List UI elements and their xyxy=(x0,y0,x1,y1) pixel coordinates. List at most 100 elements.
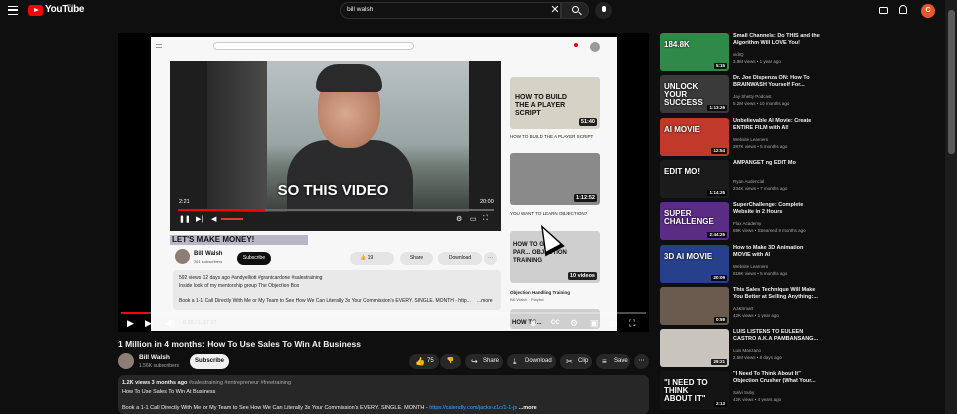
subscriber-count: 1.56K subscribers xyxy=(139,363,180,369)
description-text: Book a 1-1 Call Directly With Me or My T… xyxy=(122,405,430,411)
rec-thumbnail-text: SUPER CHALLENGE xyxy=(664,209,714,226)
menu-icon[interactable] xyxy=(8,6,18,15)
more-actions-button[interactable]: ⋯ xyxy=(634,354,649,369)
like-button[interactable]: 👍 75 xyxy=(409,354,439,369)
download-button[interactable]: ⤓ Download xyxy=(507,354,556,369)
rec-channel[interactable]: Luis Manzano xyxy=(733,348,761,353)
rec-thumbnail[interactable]: 29:21 xyxy=(660,329,729,367)
inner-avatar-icon xyxy=(590,42,600,52)
next-icon[interactable]: ▶| xyxy=(145,317,154,329)
inner-side-thumb-4-text: HOW TO... xyxy=(512,320,542,326)
rec-title[interactable]: This Sales Technique Will Make You Bette… xyxy=(733,287,821,301)
volume-icon[interactable]: ◀) xyxy=(165,317,175,329)
miniplayer-icon[interactable]: ▣ xyxy=(590,317,599,329)
save-button[interactable]: ≡ Save xyxy=(596,354,630,369)
play-icon[interactable]: ▶ xyxy=(127,317,134,329)
description-hashtags[interactable]: #salestraining #entrepreneur #freetraini… xyxy=(189,380,291,386)
rec-thumbnail-text: 184.8K xyxy=(664,40,690,49)
subtitles-icon[interactable]: CC xyxy=(551,317,560,329)
share-button[interactable]: ↪ Share xyxy=(465,354,503,369)
rec-channel[interactable]: vidIQ xyxy=(733,52,744,57)
subscribe-button[interactable]: Subscribe xyxy=(190,354,229,369)
inner-next-icon: ▶| xyxy=(196,216,204,223)
search-icon[interactable] xyxy=(572,6,579,13)
rec-thumbnail[interactable]: 184.8K 5:15 xyxy=(660,33,729,71)
thumbs-up-icon: 👍 xyxy=(415,357,425,366)
inner-side-sub-3: Bill Walsh · Playlist xyxy=(510,297,544,302)
rec-thumbnail[interactable]: 3D AI MOVIE 20:09 xyxy=(660,245,729,283)
clip-button[interactable]: ✂ Clip xyxy=(560,354,592,369)
scrollbar-thumb[interactable] xyxy=(948,10,955,154)
youtube-logo-icon[interactable] xyxy=(28,5,43,16)
inner-subscriber-count: 761 subscribers xyxy=(194,259,223,264)
rec-duration: 29:21 xyxy=(711,359,727,365)
download-icon: ⤓ xyxy=(513,357,517,366)
description-link[interactable]: https://calendly.com/jacks-z1c/1-1-js xyxy=(429,405,517,411)
rec-meta: 818K views • 5 months ago xyxy=(733,271,788,276)
mic-icon[interactable] xyxy=(601,6,606,12)
video-caption: SO THIS VIDEO xyxy=(277,182,389,199)
channel-name[interactable]: Bill Walsh xyxy=(139,354,170,361)
bell-icon[interactable] xyxy=(899,5,907,14)
inner-side-duration-2: 1:12:52 xyxy=(574,194,597,202)
fullscreen-icon[interactable]: ⛶ xyxy=(629,317,635,329)
rec-thumbnail-text: 3D AI MOVIE xyxy=(664,252,713,261)
more-icon: ⋯ xyxy=(638,358,645,364)
region-code: PH xyxy=(67,3,74,8)
rec-title[interactable]: SuperChallenge: Complete Website in 2 Ho… xyxy=(733,202,821,216)
rec-title[interactable]: Unbelievable AI Movie: Create ENTIRE FIL… xyxy=(733,118,821,132)
rec-channel[interactable]: Website Learners xyxy=(733,137,768,142)
rec-duration: 0:59 xyxy=(713,317,727,323)
rec-duration: 1:13:26 xyxy=(707,105,727,111)
person-beanie xyxy=(316,64,382,92)
inner-share-button: Share xyxy=(400,252,433,265)
rec-thumbnail[interactable]: "I NEED TO THINK ABOUT IT" 2:13 xyxy=(660,371,729,409)
rec-title[interactable]: "I Need To Think About It" Objection Cru… xyxy=(733,371,821,385)
dislike-button[interactable]: 👎 xyxy=(440,354,461,369)
channel-avatar[interactable] xyxy=(118,353,134,369)
rec-channel[interactable]: AJ&Smart xyxy=(733,306,753,311)
description-line-1: How To Use Sales To Win At Business xyxy=(122,389,216,395)
create-icon[interactable] xyxy=(879,7,888,14)
account-avatar[interactable]: C xyxy=(921,4,935,18)
settings-icon[interactable]: ⚙ xyxy=(570,317,578,329)
rec-thumbnail[interactable]: AI MOVIE 12:54 xyxy=(660,118,729,156)
inner-more-icon: ⋯ xyxy=(484,252,497,265)
inner-channel-avatar xyxy=(175,249,190,264)
rec-channel[interactable]: Flux Academy xyxy=(733,221,761,226)
inner-side-title-2: YOU WANT TO LEARN OBJECTION? xyxy=(510,211,588,216)
rec-title[interactable]: Dr. Joe Dispenza ON: How To BRAINWASH Yo… xyxy=(733,75,821,89)
rec-duration: 12:54 xyxy=(711,148,727,154)
rec-channel[interactable]: Salvi Suby xyxy=(733,390,754,395)
rec-title[interactable]: Small Channels: Do THIS and the Algorith… xyxy=(733,33,821,47)
rec-thumbnail[interactable]: SUPER CHALLENGE 2:44:25 xyxy=(660,202,729,240)
rec-thumbnail[interactable]: 0:59 xyxy=(660,287,729,325)
video-progress-bar[interactable] xyxy=(121,312,646,314)
youtube-logo-text[interactable]: YouTube xyxy=(45,4,85,15)
inner-side-thumb-1: HOW TO BUILD THE A PLAYER SCRIPT 51:40 xyxy=(510,77,600,129)
rec-channel[interactable]: Website Learners xyxy=(733,264,768,269)
time-display: 0:02 / 1:17:27 xyxy=(183,320,217,326)
rec-channel[interactable]: Ryan Audencial xyxy=(733,179,764,184)
scissors-icon: ✂ xyxy=(566,357,573,366)
inner-like-button: 👍 19 xyxy=(350,252,394,265)
rec-duration: 2:44:25 xyxy=(707,232,727,238)
description-more[interactable]: ...more xyxy=(519,405,537,411)
inner-desc-more: ...more xyxy=(477,298,493,304)
inner-desc-line2: Book a 1-1 Call Directly With Me or My T… xyxy=(179,298,471,304)
rec-thumbnail[interactable]: EDIT MO! 1:14:25 xyxy=(660,160,729,198)
like-count: 75 xyxy=(427,358,434,364)
rec-duration: 20:09 xyxy=(711,275,727,281)
clear-icon[interactable]: ✕ xyxy=(549,4,561,16)
search-input-value[interactable]: bill walsh xyxy=(347,6,373,13)
rec-title[interactable]: How to Make 3D Animation MOVIE with AI xyxy=(733,245,821,259)
description-line-2: Book a 1-1 Call Directly With Me or My T… xyxy=(122,405,537,411)
rec-channel[interactable]: Jay Shetty Podcast xyxy=(733,94,772,99)
rec-title[interactable]: AMPANGET ng EDIT Mo xyxy=(733,160,821,167)
rec-meta: 387K views • 5 months ago xyxy=(733,144,788,149)
autoplay-toggle[interactable]: ◉ xyxy=(530,317,537,329)
rec-title[interactable]: LUIS LISTENS TO EULEEN CASTRO A.K.A PAMB… xyxy=(733,329,821,343)
theater-mode-icon[interactable]: ▭ xyxy=(609,317,618,329)
rec-meta: 42K views • 4 years ago xyxy=(733,397,782,402)
rec-thumbnail[interactable]: UNLOCK YOUR SUCCESS 1:13:26 xyxy=(660,75,729,113)
